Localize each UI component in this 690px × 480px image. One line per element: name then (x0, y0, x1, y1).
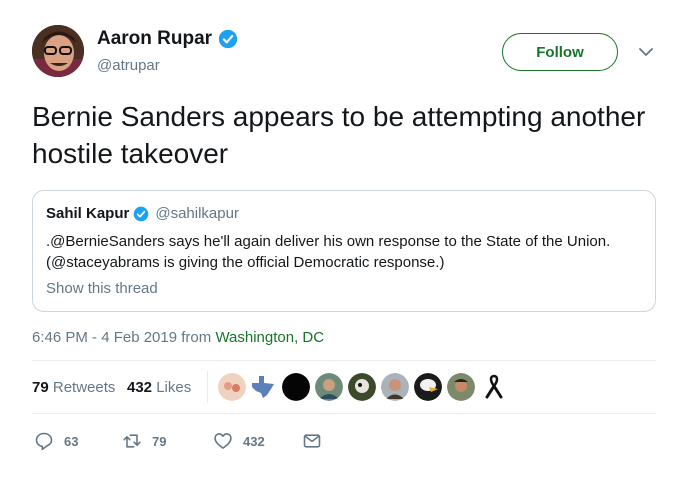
liker-avatar[interactable] (282, 373, 310, 401)
message-icon (303, 434, 321, 448)
quoted-header: Sahil Kapur @sahilkapur (46, 205, 239, 222)
quoted-body: .@BernieSanders says he'll again deliver… (46, 233, 611, 271)
direct-message-button[interactable] (302, 431, 332, 451)
follow-button[interactable]: Follow (502, 33, 618, 71)
author-name-row: Aaron Rupar (97, 28, 238, 50)
liker-avatar[interactable] (218, 373, 246, 401)
likes-label: Likes (156, 379, 192, 396)
tweet-timestamp: 6:46 PM - 4 Feb 2019 from Washington, DC (32, 329, 324, 346)
tweet-text: Bernie Sanders appears to be attempting … (32, 101, 646, 169)
author-name[interactable]: Aaron Rupar (97, 28, 212, 50)
liker-avatar[interactable] (249, 373, 277, 401)
retweet-count: 79 (152, 433, 167, 449)
timestamp-time[interactable]: 6:46 PM - 4 Feb 2019 (32, 329, 177, 346)
reply-button[interactable]: 63 (34, 431, 78, 451)
retweets-label: Retweets (52, 379, 116, 396)
verified-badge-icon (218, 29, 238, 49)
timestamp-from: from (181, 329, 212, 346)
retweets-count: 79 (32, 379, 49, 396)
retweet-button[interactable]: 79 (122, 431, 166, 451)
likes-count: 432 (127, 379, 153, 396)
like-button[interactable]: 432 (213, 431, 265, 451)
liker-avatar[interactable] (381, 373, 409, 401)
author-handle[interactable]: @atrupar (97, 57, 160, 74)
divider (32, 360, 656, 361)
liker-avatar[interactable] (480, 373, 508, 401)
retweets-stat[interactable]: 79 Retweets (32, 379, 115, 396)
like-icon (214, 433, 232, 449)
avatar-image (32, 25, 84, 77)
verified-badge-icon (134, 206, 149, 221)
chevron-down-icon[interactable] (638, 44, 654, 60)
likes-stat[interactable]: 432 Likes (127, 379, 191, 396)
like-count: 432 (243, 433, 265, 449)
show-thread-link[interactable]: Show this thread (46, 280, 158, 297)
liker-avatar[interactable] (414, 373, 442, 401)
stat-separator (207, 371, 208, 403)
reply-icon (35, 432, 53, 451)
quoted-tweet[interactable]: Sahil Kapur @sahilkapur .@BernieSanders … (32, 190, 656, 312)
reply-count: 63 (64, 433, 79, 449)
liker-avatar[interactable] (315, 373, 343, 401)
divider (32, 413, 656, 414)
quoted-author-handle: @sahilkapur (155, 205, 239, 222)
quoted-author-name: Sahil Kapur (46, 205, 130, 222)
retweet-icon (123, 434, 141, 448)
author-avatar[interactable] (32, 25, 84, 77)
location-link[interactable]: Washington, DC (215, 329, 324, 346)
liker-avatar[interactable] (348, 373, 376, 401)
liker-avatar[interactable] (447, 373, 475, 401)
